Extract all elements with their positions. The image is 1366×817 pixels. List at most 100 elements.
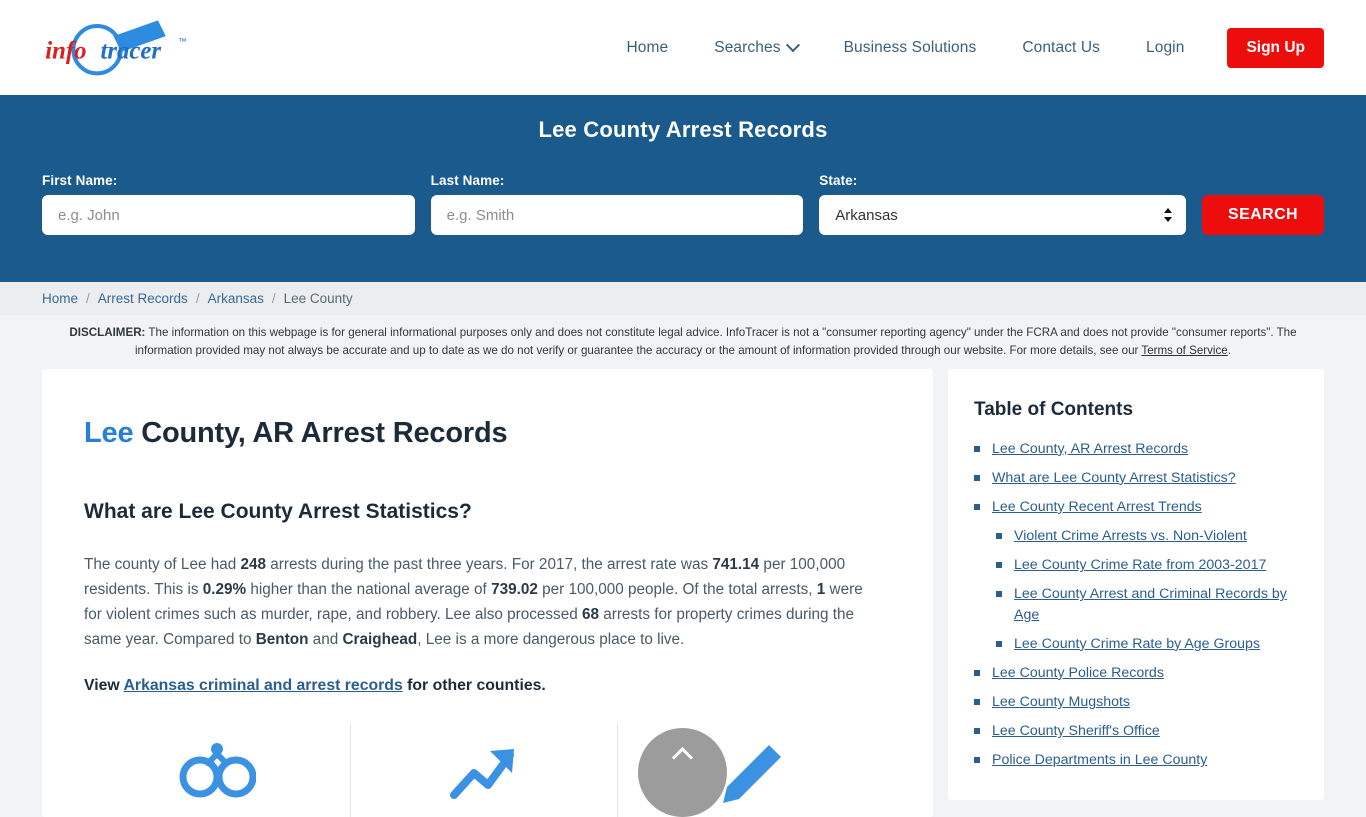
page-title: Lee County, AR Arrest Records [84,417,883,450]
table-of-contents-card: Table of Contents Lee County, AR Arrest … [948,368,1324,800]
nav-item-searches[interactable]: Searches [691,37,820,57]
bullet-icon [974,728,980,735]
toc-link-arrest-records[interactable]: Lee County, AR Arrest Records [992,439,1188,459]
breadcrumb-item-lee-county: Lee County [283,291,353,306]
text-fragment: arrests during the past three years. For… [266,555,713,573]
compare-county-craighead: Craighead [342,630,418,648]
view-other-counties-line: View Arkansas criminal and arrest record… [84,677,883,695]
toc-link-recent-arrest-trends[interactable]: Lee County Recent Arrest Trends [992,497,1202,517]
bullet-icon [974,503,980,510]
arkansas-records-link[interactable]: Arkansas criminal and arrest records [124,677,403,694]
bullet-icon [996,640,1002,647]
toc-link-records-by-age[interactable]: Lee County Arrest and Criminal Records b… [1014,584,1298,624]
main-article-card: Lee County, AR Arrest Records What are L… [42,368,933,817]
disclaimer-prefix: DISCLAIMER: [69,326,146,339]
stat-icon-strip [84,722,883,817]
nav-item-login[interactable]: Login [1123,39,1207,57]
breadcrumb-separator: / [271,291,276,306]
breadcrumb: Home / Arrest Records / Arkansas / Lee C… [0,282,1366,315]
toc-link-mugshots[interactable]: Lee County Mugshots [992,692,1130,712]
svg-text:™: ™ [178,36,186,46]
section-heading-statistics: What are Lee County Arrest Statistics? [84,499,472,523]
stat-icon-cell [350,722,616,817]
bullet-icon [974,669,980,676]
text-fragment: for other counties. [402,676,546,694]
last-name-input[interactable] [430,195,804,235]
disclaimer-suffix: . [1227,344,1231,358]
statistics-paragraph: The county of Lee had 248 arrests during… [84,552,883,652]
first-name-input[interactable] [42,195,415,235]
stat-arrests-total: 248 [240,555,267,573]
toc-item[interactable]: Lee County Arrest and Criminal Records b… [974,584,1298,624]
text-fragment: View [84,676,124,694]
bullet-icon [996,533,1002,540]
search-button[interactable]: SEARCH [1202,195,1324,235]
toc-item[interactable]: Lee County Police Records [974,663,1298,683]
state-select[interactable]: Arkansas [819,195,1186,235]
svg-text:tracer: tracer [100,37,161,64]
breadcrumb-item-home[interactable]: Home [42,291,78,306]
toc-link-violent-vs-nonviolent[interactable]: Violent Crime Arrests vs. Non-Violent [1014,526,1247,546]
page-title-highlight: Lee [84,416,134,449]
chevron-down-icon [785,37,800,52]
toc-item[interactable]: Lee County Mugshots [974,692,1298,712]
toc-link-arrest-statistics[interactable]: What are Lee County Arrest Statistics? [992,468,1236,488]
bullet-icon [974,445,980,452]
breadcrumb-item-arrest-records[interactable]: Arrest Records [98,291,188,306]
toc-link-police-records[interactable]: Lee County Police Records [992,663,1164,683]
nav-item-contact-us[interactable]: Contact Us [999,39,1123,57]
text-fragment: , Lee is a more dangerous place to live. [417,630,685,648]
site-header: info tracer ™ Home Searches Business Sol… [0,0,1366,95]
toc-list: Lee County, AR Arrest Records What are L… [974,439,1298,771]
text-fragment: and [308,630,343,648]
disclaimer-body: The information on this webpage is for g… [134,326,1297,358]
toc-item[interactable]: Violent Crime Arrests vs. Non-Violent [974,526,1298,546]
search-band-title: Lee County Arrest Records [538,117,828,142]
disclaimer: DISCLAIMER: The information on this webp… [0,315,1366,369]
nav-item-business-solutions[interactable]: Business Solutions [821,39,1000,57]
page-title-rest: County, AR Arrest Records [133,416,508,449]
toc-link-police-departments[interactable]: Police Departments in Lee County [992,750,1207,770]
nav-item-home[interactable]: Home [604,39,692,57]
stat-property-arrests: 68 [581,605,599,623]
bullet-icon [974,474,980,481]
toc-item[interactable]: Lee County Crime Rate by Age Groups [974,634,1298,654]
toc-item[interactable]: Lee County, AR Arrest Records [974,439,1298,459]
toc-item[interactable]: Lee County Recent Arrest Trends [974,497,1298,517]
breadcrumb-item-arkansas[interactable]: Arkansas [208,291,264,306]
first-name-label: First Name: [42,173,118,188]
bullet-icon [996,591,1002,598]
text-fragment: higher than the national average of [246,580,492,598]
chevron-up-icon [671,746,694,769]
infotracer-logo-icon: info tracer ™ [45,19,187,75]
nav-item-searches-label: Searches [714,38,781,56]
svg-text:info: info [45,37,86,64]
last-name-field-group: Last Name: [430,173,804,235]
sign-up-button[interactable]: Sign Up [1227,27,1324,68]
terms-of-service-link[interactable]: Terms of Service [1141,344,1227,357]
state-label: State: [819,173,858,188]
trending-up-arrow-icon [450,748,515,799]
breadcrumb-separator: / [86,291,90,306]
toc-item[interactable]: Lee County Crime Rate from 2003-2017 [974,555,1298,575]
stat-icon-cell [84,723,350,807]
first-name-field-group: First Name: [42,173,415,235]
scroll-to-top-button[interactable] [638,728,727,817]
main-navigation: Home Searches Business Solutions Contact… [604,27,1324,68]
text-fragment: per 100,000 people. Of the total arrests… [537,580,817,598]
toc-item[interactable]: What are Lee County Arrest Statistics? [974,468,1298,488]
toc-link-crime-rate-by-age-groups[interactable]: Lee County Crime Rate by Age Groups [1014,634,1260,654]
bullet-icon [996,562,1002,569]
toc-item[interactable]: Lee County Sheriff's Office [974,721,1298,741]
toc-link-sheriffs-office[interactable]: Lee County Sheriff's Office [992,721,1160,741]
toc-link-crime-rate-2003-2017[interactable]: Lee County Crime Rate from 2003-2017 [1014,555,1266,575]
search-form: First Name: Last Name: State: Arkansas S… [42,173,1324,235]
handcuffs-icon [179,742,257,798]
breadcrumb-separator: / [195,291,200,306]
state-field-group: State: Arkansas [819,173,1186,235]
logo[interactable]: info tracer ™ [38,17,208,79]
stat-national-average: 739.02 [491,580,538,598]
toc-item[interactable]: Police Departments in Lee County [974,750,1298,770]
compare-county-benton: Benton [255,630,309,648]
bullet-icon [974,699,980,706]
